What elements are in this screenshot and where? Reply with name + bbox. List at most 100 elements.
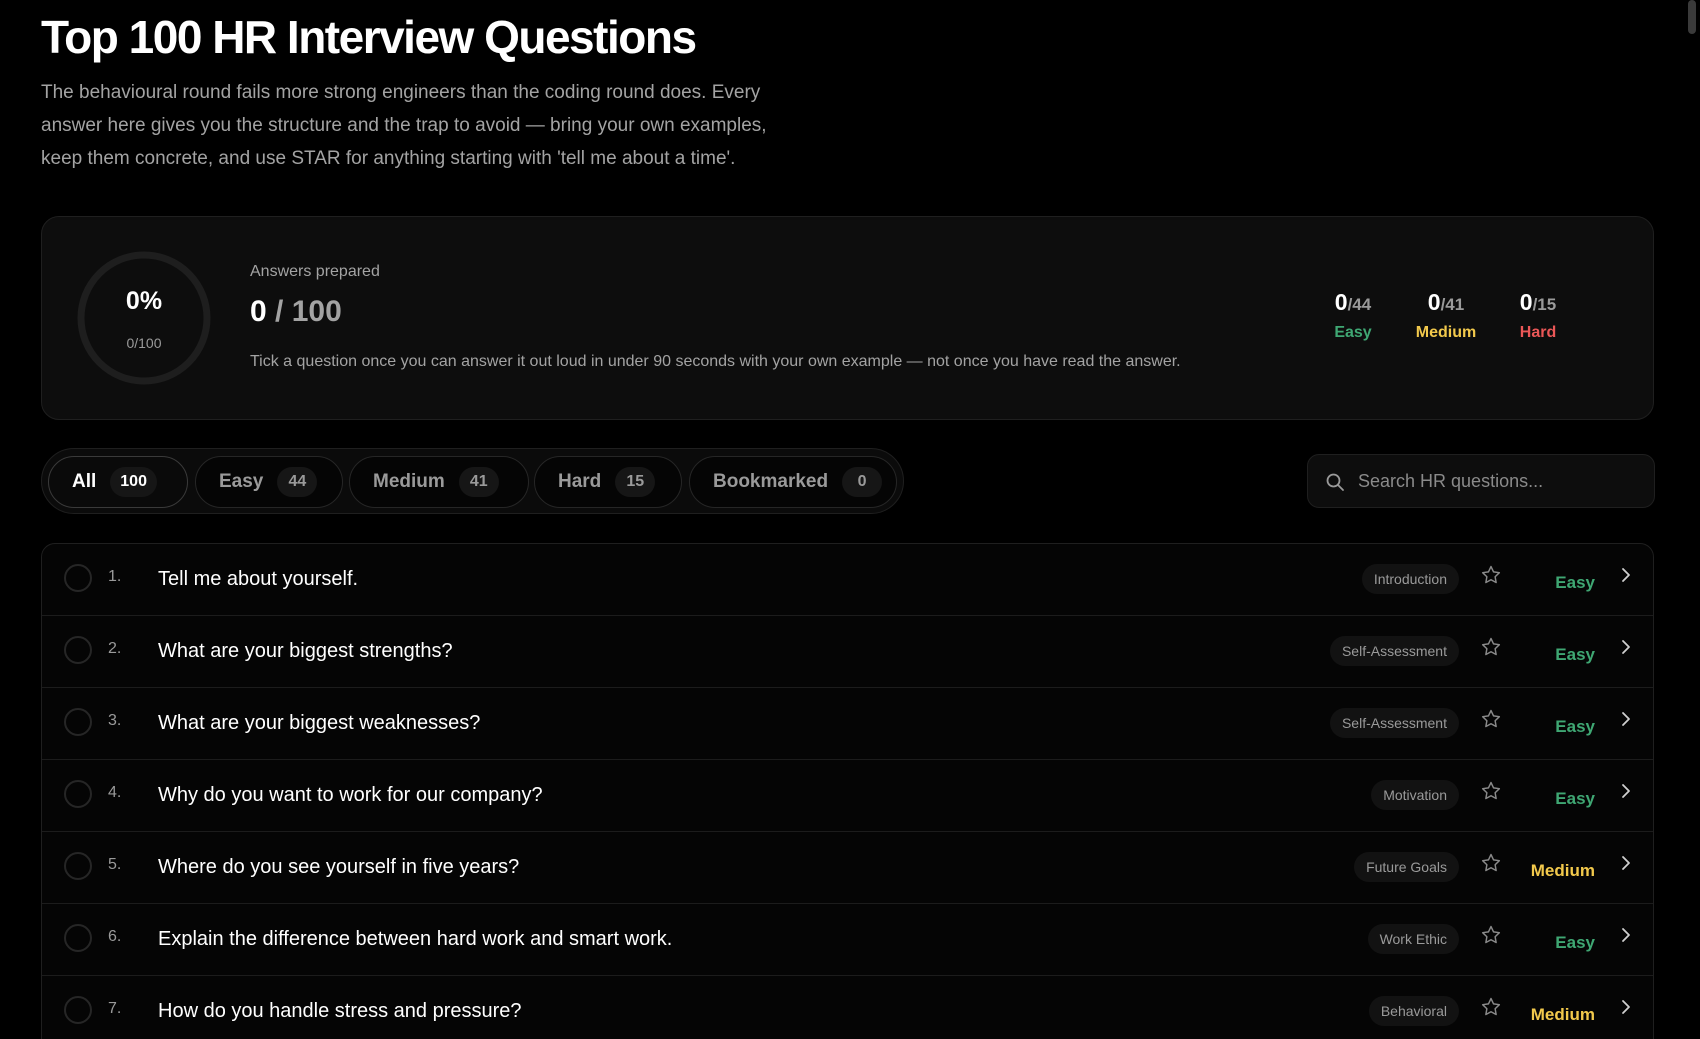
filter-easy-count: 44 [277,467,318,497]
question-text: Where do you see yourself in five years? [158,856,520,878]
question-row[interactable]: 4. Why do you want to work for our compan… [42,760,1653,832]
difficulty-label: Medium [1530,861,1595,880]
category-tag-wrap: Motivation [1371,780,1459,810]
prepared-checkbox[interactable] [64,636,92,664]
category-tag: Behavioral [1368,996,1459,1026]
medium-stat-done: 0 [1427,289,1441,315]
question-number: 1. [108,568,122,585]
answers-done: 0 [250,295,267,328]
bookmark-star-icon[interactable] [1480,852,1502,874]
category-tag: Motivation [1371,780,1459,810]
filter-easy[interactable]: Easy 44 [195,456,343,508]
difficulty-label: Medium [1530,1005,1595,1024]
category-tag-wrap: Behavioral [1368,996,1459,1026]
question-text: What are your biggest weaknesses? [158,712,481,734]
chevron-right-icon[interactable] [1619,998,1633,1016]
filter-medium-count: 41 [458,467,499,497]
question-number: 7. [108,1000,122,1017]
category-tag-wrap: Future Goals [1354,852,1459,882]
chevron-right-icon[interactable] [1619,926,1633,944]
prepared-checkbox[interactable] [64,852,92,880]
question-row[interactable]: 1. Tell me about yourself. Introduction Eas… [42,544,1653,616]
medium-stat-label: Medium [1415,324,1477,341]
question-row[interactable]: 6. Explain the difference between hard wo… [42,904,1653,976]
search-icon [1326,473,1344,491]
difficulty-label: Easy [1555,717,1595,736]
chevron-right-icon[interactable] [1619,782,1633,800]
hard-stat: 0/15 Hard [1493,289,1583,342]
answers-total: / 100 [275,295,342,328]
filter-bookmarked-label: Bookmarked [713,471,829,492]
answers-prepared-count: 0 / 100 [250,295,342,329]
answers-prepared-label: Answers prepared [250,263,380,280]
search-input[interactable] [1358,455,1648,507]
difficulty-label: Easy [1555,573,1595,592]
question-number: 4. [108,784,122,801]
hard-stat-total: /15 [1532,295,1557,314]
question-text: Tell me about yourself. [158,568,359,590]
bookmark-star-icon[interactable] [1480,564,1502,586]
prepared-checkbox[interactable] [64,708,92,736]
category-tag-wrap: Self-Assessment [1329,708,1459,738]
question-text: Explain the difference between hard work… [158,928,673,950]
filter-medium[interactable]: Medium 41 [349,456,529,508]
difficulty-label: Easy [1555,933,1595,952]
category-tag: Work Ethic [1367,924,1459,954]
progress-ring [77,251,211,385]
category-tag-wrap: Self-Assessment [1329,636,1459,666]
category-tag: Introduction [1361,564,1459,594]
category-tag: Future Goals [1354,852,1459,882]
question-text: What are your biggest strengths? [158,640,453,662]
question-row[interactable]: 2. What are your biggest strengths? Self-A… [42,616,1653,688]
bookmark-star-icon[interactable] [1480,636,1502,658]
bookmark-star-icon[interactable] [1480,708,1502,730]
hard-stat-done: 0 [1519,289,1533,315]
filter-hard[interactable]: Hard 15 [534,456,682,508]
filter-hard-label: Hard [558,471,602,492]
question-number: 3. [108,712,122,729]
bookmark-star-icon[interactable] [1480,780,1502,802]
question-row[interactable]: 3. What are your biggest weaknesses? Self-… [42,688,1653,760]
medium-stat: 0/41 Medium [1401,289,1491,342]
chevron-right-icon[interactable] [1619,566,1633,584]
question-row[interactable]: 7. How do you handle stress and pressure?… [42,976,1653,1039]
search-box [1307,454,1655,508]
page-scrollbar[interactable] [1688,0,1696,34]
filter-easy-label: Easy [219,471,264,492]
filter-all[interactable]: All 100 [48,456,188,508]
easy-stat-done: 0 [1334,289,1348,315]
filter-all-label: All [72,471,97,492]
page-title: Top 100 HR Interview Questions [41,11,697,63]
question-number: 5. [108,856,122,873]
progress-hint: Tick a question once you can answer it o… [250,353,1181,370]
chevron-right-icon[interactable] [1619,638,1633,656]
progress-percent: 0% [125,287,163,315]
prepared-checkbox[interactable] [64,924,92,952]
filter-hard-count: 15 [615,467,656,497]
chevron-right-icon[interactable] [1619,710,1633,728]
question-text: How do you handle stress and pressure? [158,1000,522,1022]
prepared-checkbox[interactable] [64,996,92,1024]
filter-bookmarked-count: 0 [842,467,883,497]
category-tag: Self-Assessment [1329,636,1459,666]
medium-stat-total: /41 [1440,295,1465,314]
page-intro: The behavioural round fails more strong … [41,82,767,169]
category-tag: Self-Assessment [1329,708,1459,738]
easy-stat-total: /44 [1347,295,1372,314]
prepared-checkbox[interactable] [64,780,92,808]
progress-card: 0% 0/100 Answers prepared 0 / 100 Tick a… [41,216,1654,420]
bookmark-star-icon[interactable] [1480,924,1502,946]
bookmark-star-icon[interactable] [1480,996,1502,1018]
chevron-right-icon[interactable] [1619,854,1633,872]
difficulty-filter-bar: All 100 Easy 44 Medium 41 Hard 15 Bookma… [41,448,904,514]
prepared-checkbox[interactable] [64,564,92,592]
question-row[interactable]: 5. Where do you see yourself in five year… [42,832,1653,904]
page: Top 100 HR Interview Questions The behav… [0,0,1700,1039]
difficulty-label: Easy [1555,789,1595,808]
filter-all-count: 100 [110,467,157,497]
question-number: 6. [108,928,122,945]
easy-stat-label: Easy [1334,324,1372,341]
filter-medium-label: Medium [373,471,445,492]
difficulty-label: Easy [1555,645,1595,664]
filter-bookmarked[interactable]: Bookmarked 0 [689,456,897,508]
